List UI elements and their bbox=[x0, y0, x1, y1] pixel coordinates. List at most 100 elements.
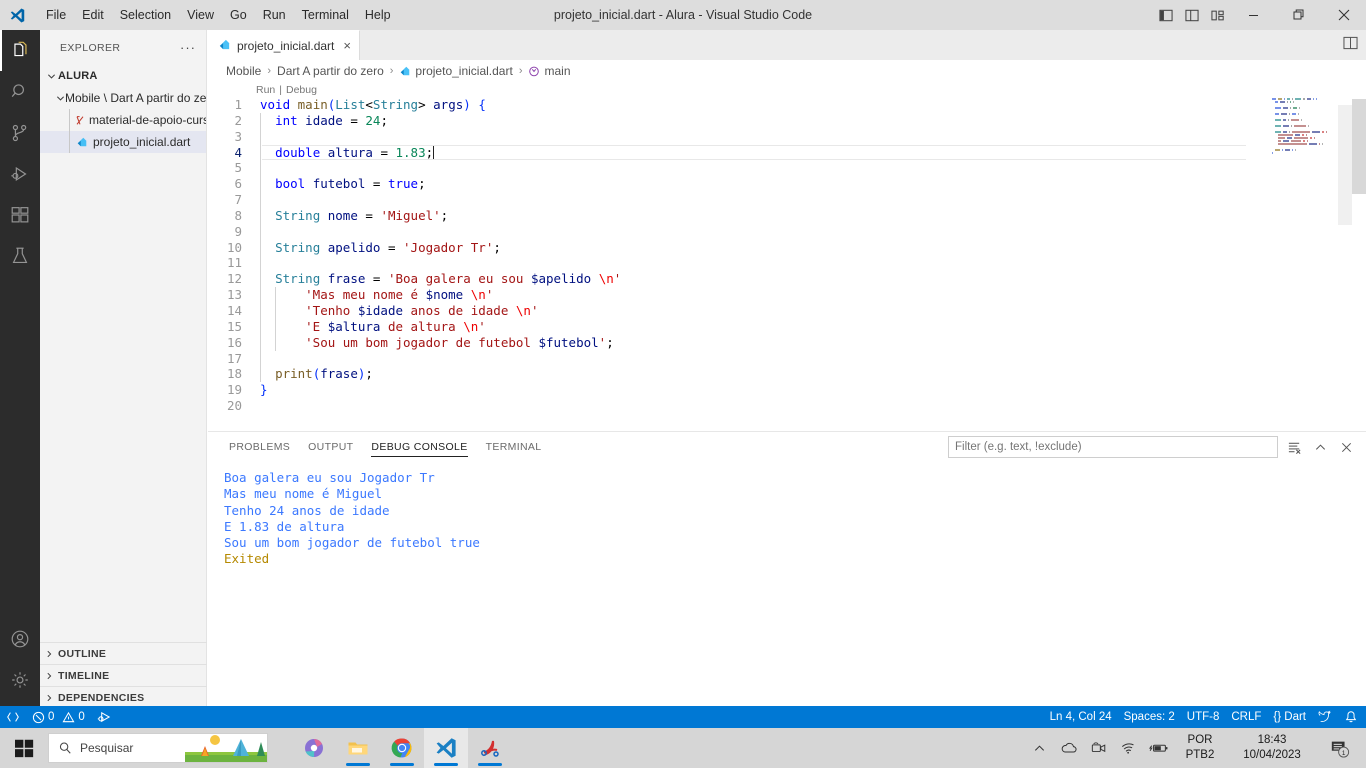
sidebar-item-run-and-debug[interactable] bbox=[0, 153, 40, 194]
input-language-indicator[interactable]: POR PTB2 bbox=[1174, 733, 1226, 763]
clock[interactable]: 18:43 10/04/2023 bbox=[1226, 733, 1318, 763]
editor-scrollbar[interactable] bbox=[1352, 97, 1366, 446]
status-dart-devtools[interactable] bbox=[91, 706, 118, 728]
minimap-slider[interactable] bbox=[1338, 105, 1352, 225]
panel-tab-debug-console[interactable]: DEBUG CONSOLE bbox=[362, 432, 476, 462]
code-line[interactable]: 18 print(frase); bbox=[208, 366, 1366, 383]
code-line-text[interactable] bbox=[252, 128, 261, 145]
code-line-text[interactable]: String apelido = 'Jogador Tr'; bbox=[252, 239, 501, 256]
breadcrumb-item-dart-a-partir-do-zero[interactable]: Dart A partir do zero bbox=[277, 64, 384, 78]
code-line[interactable]: 6 bool futebol = true; bbox=[208, 176, 1366, 193]
tab-projeto-inicial-dart[interactable]: projeto_inicial.dart × bbox=[208, 30, 360, 60]
panel-tab-output[interactable]: OUTPUT bbox=[299, 432, 362, 462]
taskbar-app-microsoft-365[interactable] bbox=[292, 728, 336, 768]
sidebar-item-extensions[interactable] bbox=[0, 194, 40, 235]
menu-help[interactable]: Help bbox=[357, 4, 399, 26]
toggle-secondary-sidebar-icon[interactable] bbox=[1205, 0, 1231, 30]
split-editor-icon[interactable] bbox=[1343, 36, 1358, 55]
code-line[interactable]: 13 'Mas meu nome é $nome \n' bbox=[208, 287, 1366, 303]
menu-edit[interactable]: Edit bbox=[74, 4, 112, 26]
code-line-text[interactable]: int idade = 24; bbox=[252, 112, 388, 129]
menu-terminal[interactable]: Terminal bbox=[294, 4, 357, 26]
code-line[interactable]: 10 String apelido = 'Jogador Tr'; bbox=[208, 239, 1366, 256]
status-indentation[interactable]: Spaces: 2 bbox=[1118, 706, 1181, 728]
notification-center-icon[interactable]: 1 bbox=[1318, 728, 1362, 768]
toggle-panel-icon[interactable] bbox=[1179, 0, 1205, 30]
status-eol[interactable]: CRLF bbox=[1225, 706, 1267, 728]
sidebar-item-explorer[interactable] bbox=[0, 30, 40, 71]
code-line[interactable]: 19} bbox=[208, 382, 1366, 398]
breadcrumb-item-mobile[interactable]: Mobile bbox=[226, 64, 261, 78]
code-line-text[interactable]: 'E $altura de altura \n' bbox=[252, 318, 486, 335]
clear-console-icon[interactable] bbox=[1284, 437, 1304, 457]
code-line[interactable]: 17 bbox=[208, 350, 1366, 367]
taskbar-search-box[interactable]: Pesquisar bbox=[48, 733, 268, 763]
code-line-text[interactable]: bool futebol = true; bbox=[252, 176, 426, 193]
status-remote-indicator[interactable] bbox=[0, 706, 26, 728]
sidebar-section-outline[interactable]: OUTLINE bbox=[40, 642, 207, 664]
code-line-text[interactable]: double altura = 1.83; bbox=[252, 144, 435, 161]
taskbar-app-acrobat-reader[interactable] bbox=[468, 728, 512, 768]
code-line-text[interactable]: void main(List<String> args) { bbox=[252, 97, 486, 113]
code-line-text[interactable] bbox=[252, 223, 261, 240]
code-line-text[interactable] bbox=[252, 255, 261, 272]
code-line-text[interactable]: String nome = 'Miguel'; bbox=[252, 207, 448, 224]
code-line[interactable]: 14 'Tenho $idade anos de idade \n' bbox=[208, 302, 1366, 319]
toggle-primary-sidebar-icon[interactable] bbox=[1153, 0, 1179, 30]
code-line[interactable]: 8 String nome = 'Miguel'; bbox=[208, 207, 1366, 224]
sidebar-section-timeline[interactable]: TIMELINE bbox=[40, 664, 207, 686]
tree-file-projeto-inicial[interactable]: projeto_inicial.dart bbox=[40, 131, 206, 153]
chevron-up-icon[interactable] bbox=[1310, 437, 1330, 457]
minimize-icon[interactable] bbox=[1231, 0, 1276, 30]
editor-scrollbar-thumb[interactable] bbox=[1352, 99, 1366, 194]
code-line[interactable]: 5 bbox=[208, 160, 1366, 177]
minimap[interactable] bbox=[1262, 97, 1352, 446]
status-cursor-position[interactable]: Ln 4, Col 24 bbox=[1044, 706, 1118, 728]
show-hidden-icons-icon[interactable] bbox=[1024, 728, 1054, 768]
tweet-icon[interactable] bbox=[1312, 706, 1338, 728]
code-line[interactable]: 20 bbox=[208, 398, 1366, 414]
tree-file-material-de-apoio[interactable]: material-de-apoio-curso-... bbox=[40, 109, 206, 131]
filter-input[interactable] bbox=[948, 436, 1278, 458]
close-panel-icon[interactable] bbox=[1336, 437, 1356, 457]
tree-folder-mobile-dart[interactable]: Mobile \ Dart A partir do ze... bbox=[40, 87, 206, 109]
network-icon[interactable] bbox=[1114, 728, 1144, 768]
status-language-mode[interactable]: {} Dart bbox=[1267, 706, 1312, 728]
menu-go[interactable]: Go bbox=[222, 4, 255, 26]
code-line-text[interactable] bbox=[252, 160, 261, 177]
menu-file[interactable]: File bbox=[38, 4, 74, 26]
code-line[interactable]: 1 void main(List<String> args) { bbox=[208, 97, 1366, 113]
sidebar-more-actions-icon[interactable]: ··· bbox=[180, 40, 196, 55]
code-lines[interactable]: 1 void main(List<String> args) {2 int ida… bbox=[208, 97, 1366, 414]
sidebar-item-source-control[interactable] bbox=[0, 112, 40, 153]
breadcrumb-item-file[interactable]: projeto_inicial.dart bbox=[415, 64, 512, 78]
gear-icon[interactable] bbox=[0, 659, 40, 700]
menu-run[interactable]: Run bbox=[255, 4, 294, 26]
taskbar-app-file-explorer[interactable] bbox=[336, 728, 380, 768]
code-line[interactable]: 9 bbox=[208, 223, 1366, 240]
code-line-text[interactable]: 'Sou um bom jogador de futebol $futebol'… bbox=[252, 334, 614, 351]
panel-tab-terminal[interactable]: TERMINAL bbox=[477, 432, 551, 462]
code-line-text[interactable]: } bbox=[252, 382, 268, 398]
code-line-text[interactable]: 'Tenho $idade anos de idade \n' bbox=[252, 302, 538, 319]
breadcrumb-item-main[interactable]: main bbox=[544, 64, 570, 78]
account-icon[interactable] bbox=[0, 618, 40, 659]
code-line[interactable]: 11 bbox=[208, 255, 1366, 272]
code-line[interactable]: 15 'E $altura de altura \n' bbox=[208, 318, 1366, 335]
debug-console-output[interactable]: Boa galera eu sou Jogador Tr Mas meu nome… bbox=[208, 462, 1366, 568]
taskbar-app-google-chrome[interactable] bbox=[380, 728, 424, 768]
tab-close-icon[interactable]: × bbox=[343, 38, 351, 53]
menu-view[interactable]: View bbox=[179, 4, 222, 26]
code-lens-debug[interactable]: Debug bbox=[286, 84, 317, 96]
code-lens-run[interactable]: Run bbox=[256, 84, 275, 96]
code-line-text[interactable] bbox=[252, 398, 260, 414]
code-editor[interactable]: 1 void main(List<String> args) {2 int ida… bbox=[208, 97, 1366, 446]
sidebar-item-testing[interactable] bbox=[0, 235, 40, 276]
close-icon[interactable] bbox=[1321, 0, 1366, 30]
bell-icon[interactable] bbox=[1338, 706, 1366, 728]
tree-root-alura[interactable]: ALURA bbox=[40, 65, 206, 87]
code-line[interactable]: 2 int idade = 24; bbox=[208, 112, 1366, 129]
code-line[interactable]: 16 'Sou um bom jogador de futebol $futeb… bbox=[208, 334, 1366, 351]
onedrive-icon[interactable] bbox=[1054, 728, 1084, 768]
panel-tab-problems[interactable]: PROBLEMS bbox=[220, 432, 299, 462]
